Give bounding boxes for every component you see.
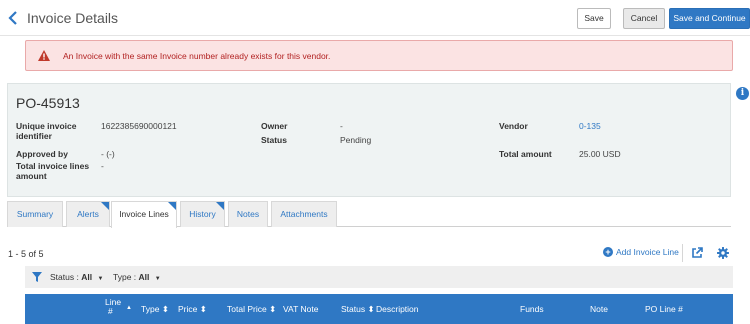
tab-flag-marker: [168, 202, 176, 210]
add-invoice-line-button[interactable]: + Add Invoice Line: [603, 247, 679, 257]
caret-down-icon: ▼: [154, 276, 161, 282]
tab-bar: Summary Alerts Invoice Lines History Not…: [7, 201, 731, 228]
add-invoice-line-label: Add Invoice Line: [616, 247, 679, 257]
page-title: Invoice Details: [27, 10, 119, 26]
tab-invoice-lines[interactable]: Invoice Lines: [111, 201, 177, 228]
column-header-description[interactable]: Description: [376, 304, 419, 314]
tab-history[interactable]: History: [180, 201, 225, 227]
tab-label: Attachments: [280, 209, 328, 219]
owner-label: Owner: [261, 121, 288, 131]
tab-label: Notes: [236, 209, 260, 219]
save-button[interactable]: Save: [577, 8, 611, 29]
vendor-label: Vendor: [499, 121, 528, 131]
tab-label: History: [189, 209, 216, 219]
tab-notes[interactable]: Notes: [228, 201, 268, 227]
cancel-button[interactable]: Cancel: [623, 8, 665, 29]
invoice-info-panel: PO-45913 Unique invoice identifier 16223…: [7, 83, 731, 197]
tab-label: Invoice Lines: [119, 209, 169, 219]
sort-icon: ⬍: [199, 304, 207, 314]
tab-flag-marker: [216, 202, 224, 210]
type-filter-dropdown[interactable]: Type : All ▼: [113, 272, 161, 282]
total-lines-value: -: [101, 161, 104, 171]
column-header-line[interactable]: Line #: [105, 298, 121, 316]
column-header-label: Type: [141, 304, 160, 314]
sort-icon: ⬍: [269, 304, 277, 314]
warning-triangle-icon: [38, 50, 50, 61]
filter-bar: Status : All ▼ Type : All ▼: [25, 266, 733, 288]
sort-ascending-icon[interactable]: ▲: [126, 305, 132, 311]
chevron-left-icon[interactable]: [6, 10, 20, 26]
invoice-lines-table-header: Line # ▲ Type ⬍ Price ⬍ Total Price ⬍ VA…: [25, 294, 733, 324]
tab-label: Alerts: [77, 209, 99, 219]
unique-identifier-value: 1622385690000121: [101, 121, 177, 131]
status-label: Status: [261, 135, 287, 145]
column-header-type[interactable]: Type ⬍: [141, 304, 169, 315]
save-and-continue-button[interactable]: Save and Continue: [669, 8, 750, 29]
column-header-label: Status: [341, 304, 366, 314]
alert-message: An Invoice with the same Invoice number …: [63, 51, 331, 61]
unique-identifier-label: Unique invoice identifier: [16, 121, 77, 141]
info-circle-icon[interactable]: i: [736, 87, 749, 100]
column-header-vat-note[interactable]: VAT Note: [283, 304, 318, 314]
column-header-total-price[interactable]: Total Price ⬍: [227, 304, 276, 315]
tab-flag-marker: [101, 202, 109, 210]
column-header-note[interactable]: Note: [590, 304, 608, 314]
tab-summary[interactable]: Summary: [7, 201, 63, 227]
owner-value: -: [340, 121, 343, 131]
total-amount-label: Total amount: [499, 149, 552, 159]
column-header-status[interactable]: Status ⬍: [341, 304, 375, 315]
status-filter-label: Status :: [50, 272, 79, 282]
approved-by-value: - (-): [101, 149, 115, 159]
caret-down-icon: ▼: [97, 276, 104, 282]
type-filter-value: All: [138, 272, 150, 282]
column-header-line-bottom: #: [108, 306, 113, 316]
total-amount-value: 25.00 USD: [579, 149, 621, 159]
column-header-price[interactable]: Price ⬍: [178, 304, 207, 315]
column-header-label: Total Price: [227, 304, 267, 314]
vendor-link[interactable]: 0-135: [579, 121, 601, 131]
duplicate-invoice-alert: An Invoice with the same Invoice number …: [25, 40, 733, 71]
column-header-funds[interactable]: Funds: [520, 304, 544, 314]
column-header-label: Price: [178, 304, 198, 314]
results-range: 1 - 5 of 5: [8, 249, 44, 259]
sort-icon: ⬍: [161, 304, 169, 314]
status-filter-value: All: [81, 272, 93, 282]
plus-circle-icon: +: [603, 247, 613, 257]
status-value: Pending: [340, 135, 372, 145]
gear-icon[interactable]: [717, 247, 729, 259]
total-lines-label: Total invoice lines amount: [16, 161, 90, 181]
external-link-icon[interactable]: [691, 247, 703, 259]
approved-by-label: Approved by: [16, 149, 68, 159]
po-number: PO-45913: [16, 95, 80, 111]
sort-icon: ⬍: [367, 304, 375, 314]
column-header-po-line[interactable]: PO Line #: [645, 304, 683, 314]
tab-attachments[interactable]: Attachments: [271, 201, 337, 227]
type-filter-label: Type :: [113, 272, 137, 282]
page-header: Invoice Details Save Cancel Save and Con…: [0, 0, 750, 36]
tab-label: Summary: [16, 209, 54, 219]
tab-alerts[interactable]: Alerts: [66, 201, 110, 227]
status-filter-dropdown[interactable]: Status : All ▼: [50, 272, 103, 282]
toolbar-divider: [682, 244, 683, 262]
funnel-icon: [32, 272, 42, 282]
